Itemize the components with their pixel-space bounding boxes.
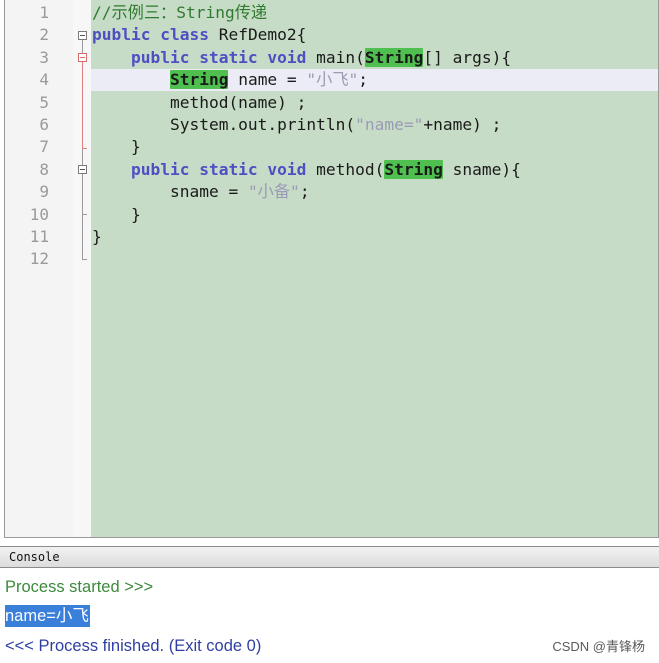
code-line[interactable]: 5 method(name) ; (5, 92, 658, 114)
line-number: 3 (39, 47, 49, 67)
code-token: ; (299, 182, 310, 202)
code-token: method(name) ; (92, 92, 307, 112)
type-highlight-token: String (169, 70, 229, 90)
code-line[interactable]: 8 public static void method(String sname… (5, 159, 658, 181)
line-number: 4 (39, 70, 49, 90)
string-token: "小飞" (306, 70, 359, 90)
ide-window: 1 //示例三：String传递 2 public class RefDemo2{3 … (0, 0, 659, 663)
string-token: "小备" (247, 182, 300, 202)
line-number: 2 (39, 25, 49, 45)
code-text: System.out.println("name="+name) ; (92, 114, 501, 136)
program-output-selected[interactable]: name=小飞 (5, 605, 90, 627)
code-line[interactable]: 1 //示例三：String传递 (5, 2, 658, 24)
keyword-token: public class (92, 25, 219, 45)
code-text: //示例三：String传递 (92, 2, 267, 24)
code-token: System.out.println( (92, 115, 356, 134)
code-token: method( (316, 159, 385, 179)
code-token: } (92, 204, 141, 224)
console-tab[interactable]: Console (0, 546, 659, 568)
process-finished-text: <<< Process finished. (Exit code 0) (5, 637, 262, 655)
code-line[interactable]: 12 (5, 248, 658, 270)
code-text: public class RefDemo2{ (92, 24, 306, 46)
code-token: sname = (92, 182, 248, 202)
line-number: 10 (29, 204, 49, 224)
type-highlight-token: String (384, 159, 443, 179)
line-number: 8 (39, 159, 49, 179)
code-token: RefDemo2{ (218, 25, 307, 45)
code-text: String name = "小飞"; (92, 69, 368, 91)
code-line[interactable]: 2 public class RefDemo2{ (5, 24, 658, 46)
line-number: 11 (29, 227, 49, 246)
code-token: +name) ; (423, 115, 502, 134)
process-started-text: Process started >>> (5, 578, 154, 596)
code-text: } (92, 204, 141, 226)
code-text: public static void main(String[] args){ (92, 47, 511, 69)
console-tab-label: Console (9, 550, 60, 564)
code-text: } (92, 136, 141, 158)
code-line[interactable]: 9 sname = "小备"; (5, 181, 658, 203)
watermark: CSDN @青锋杨 (552, 639, 645, 654)
code-text: public static void method(String sname){ (92, 159, 521, 181)
code-token: ; (358, 70, 369, 90)
code-token: [] args){ (423, 47, 512, 67)
code-line[interactable]: 3 public static void main(String[] args)… (5, 47, 658, 69)
keyword-token: public static void (92, 159, 317, 179)
line-number: 6 (39, 115, 49, 134)
code-text: sname = "小备"; (92, 181, 310, 203)
code-line[interactable]: 11} (5, 226, 658, 248)
code-line[interactable]: 10 } (5, 204, 658, 226)
code-editor[interactable]: 1 //示例三：String传递 2 public class RefDemo2{3 … (4, 0, 659, 538)
code-token: } (92, 227, 102, 246)
line-number: 1 (39, 3, 49, 22)
code-line[interactable]: 7 } (5, 136, 658, 158)
code-token: sname){ (442, 159, 521, 179)
code-token: main( (316, 47, 365, 67)
line-number: 12 (29, 249, 49, 269)
type-highlight-token: String (364, 47, 424, 67)
keyword-token: public static void (92, 47, 317, 67)
code-token: name = (228, 70, 307, 90)
code-line[interactable]: 4 String name = "小飞"; (5, 69, 658, 91)
line-number: 7 (39, 137, 49, 157)
code-text: method(name) ; (92, 92, 306, 114)
line-number: 9 (39, 182, 49, 202)
line-number: 5 (39, 92, 49, 112)
code-token: } (92, 137, 141, 157)
comment-token: //示例三：String传递 (92, 3, 268, 22)
code-line[interactable]: 6 System.out.println("name="+name) ; (5, 114, 658, 136)
code-text: } (92, 226, 102, 248)
string-token: "name=" (355, 115, 424, 134)
